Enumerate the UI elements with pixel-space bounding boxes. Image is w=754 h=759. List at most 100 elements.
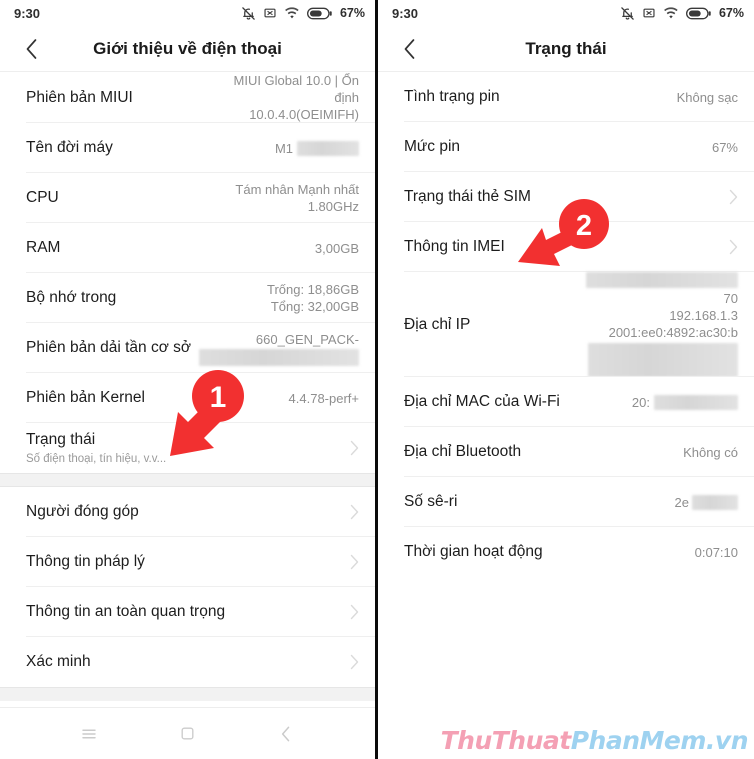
row-title: Trạng thái: [26, 430, 96, 448]
redacted-value: [692, 494, 738, 510]
row-title: Địa chỉ Bluetooth: [404, 443, 522, 460]
status-time: 9:30: [14, 5, 41, 21]
settings-row-dia-chi-ip: Địa chỉ IP 70 192.168.1.3 2001:ee0:4892:a…: [378, 272, 754, 377]
row-title: Phiên bản MIUI: [26, 88, 133, 106]
settings-row-cpu: CPU Tám nhân Mạnh nhất 1.80GHz: [0, 173, 375, 223]
row-value: 660_GEN_PACK-: [255, 331, 359, 347]
row-value: 0:07:10: [694, 544, 738, 560]
settings-row-thong-tin-an-toan-quan-trong[interactable]: Thông tin an toàn quan trọng: [0, 587, 375, 637]
row-title: Phiên bản Kernel: [26, 389, 145, 406]
left-phone-screen: 9:30 67% Giới thiệu về điện thoại Phiên …: [0, 0, 377, 759]
settings-row-phien-ban-kernel: Phiên bản Kernel 4.4.78-perf+: [0, 373, 375, 423]
no-sim-icon: [642, 6, 656, 20]
home-icon[interactable]: [164, 717, 210, 751]
row-value: 4.4.78-perf+: [288, 390, 359, 406]
redacted-value: [654, 394, 738, 410]
right-phone-screen: 9:30 67% Trạng thái Tình trạng pin Không…: [377, 0, 754, 759]
settings-row-so-se-ri: Số sê-ri 2e: [378, 477, 754, 527]
settings-row-trang-thai-the-sim[interactable]: Trạng thái thẻ SIM: [378, 172, 754, 222]
page-title-left: Giới thiệu về điện thoại: [93, 38, 282, 58]
row-title: Thông tin pháp lý: [26, 553, 145, 570]
settings-row-nguoi-dong-gop[interactable]: Người đóng góp: [0, 487, 375, 537]
settings-row-phien-ban-dai-tan-co-so: Phiên bản dải tần cơ sở 660_GEN_PACK-: [0, 323, 375, 373]
row-value: M1: [274, 140, 293, 156]
battery-percent-right: 67%: [718, 6, 744, 20]
group-separator-left: [0, 473, 375, 487]
row-title: Bộ nhớ trong: [26, 289, 117, 306]
row-value: 20:: [631, 394, 650, 410]
settings-row-xac-minh[interactable]: Xác minh: [0, 637, 375, 687]
settings-group-status: Tình trạng pin Không sạc Mức pin 67% Trạng t…: [378, 72, 754, 577]
settings-group-legal: Người đóng góp Thông tin pháp lý Thông tin…: [0, 487, 375, 687]
row-title: Thông tin IMEI: [404, 238, 505, 255]
settings-row-tinh-trang-pin: Tình trạng pin Không sạc: [378, 72, 754, 122]
row-title: Thời gian hoạt động: [404, 543, 543, 560]
row-value: 70 192.168.1.3 2001:ee0:4892:ac30:b: [608, 291, 738, 340]
row-value: Không có: [683, 444, 738, 460]
settings-row-trang-thai[interactable]: Trạng thái Số điện thoại, tín hiệu, v.v..…: [0, 423, 375, 473]
row-title: Người đóng góp: [26, 503, 139, 520]
settings-row-dia-chi-mac-cua-wi-fi: Địa chỉ MAC của Wi-Fi 20:: [378, 377, 754, 427]
row-value: Tám nhân Mạnh nhất 1.80GHz: [235, 182, 359, 214]
status-icon-group: 67%: [241, 6, 365, 21]
row-title: Xác minh: [26, 653, 91, 670]
redacted-value: [586, 272, 738, 288]
redacted-value: [588, 343, 738, 377]
row-title: Tình trạng pin: [404, 88, 500, 105]
settings-row-dia-chi-bluetooth: Địa chỉ Bluetooth Không có: [378, 427, 754, 477]
battery-percent: 67%: [339, 6, 365, 20]
settings-row-muc-pin: Mức pin 67%: [378, 122, 754, 172]
settings-group-about: Phiên bản MIUI MIUI Global 10.0 | Ổn định…: [0, 72, 375, 473]
redacted-value: [297, 140, 359, 156]
settings-row-thong-tin-phap-ly[interactable]: Thông tin pháp lý: [0, 537, 375, 587]
page-title-right: Trạng thái: [525, 38, 607, 58]
row-title: Phiên bản dải tần cơ sở: [26, 339, 192, 356]
back-icon[interactable]: [263, 717, 309, 751]
chevron-right-icon: [350, 604, 359, 620]
chevron-left-icon: [404, 38, 414, 59]
row-title: CPU: [26, 189, 59, 206]
row-value: 67%: [711, 139, 738, 155]
site-watermark: ThuThuatPhanMem.vn: [440, 726, 749, 755]
settings-row-bo-nho-trong: Bộ nhớ trong Trống: 18,86GB Tổng: 32,00GB: [0, 273, 375, 323]
screenshot-root: 9:30 67% Giới thiệu về điện thoại Phiên …: [0, 0, 754, 759]
row-title: Trạng thái thẻ SIM: [404, 188, 531, 205]
chevron-right-icon: [350, 504, 359, 520]
chevron-right-icon: [729, 239, 738, 255]
row-title: Thông tin an toàn quan trọng: [26, 603, 226, 620]
wifi-icon: [663, 6, 679, 20]
bell-muted-icon: [620, 6, 635, 21]
wifi-icon: [284, 6, 300, 20]
row-value: MIUI Global 10.0 | Ổn định 10.0.4.0(OEIM…: [233, 73, 360, 122]
row-subtitle: Số điện thoại, tín hiệu, v.v...: [26, 452, 167, 465]
battery-icon: [685, 7, 711, 20]
bell-muted-icon: [241, 6, 256, 21]
watermark-part-1: ThuThuat: [440, 726, 572, 755]
chevron-right-icon: [350, 440, 359, 456]
watermark-part-2: PhanMem.vn: [570, 726, 749, 755]
settings-row-ten-doi-may: Tên đời máy M1: [0, 123, 375, 173]
battery-icon: [306, 7, 332, 20]
row-title: Số sê-ri: [404, 493, 458, 510]
status-bar-left: 9:30 67%: [0, 0, 375, 26]
back-button-left[interactable]: [8, 26, 54, 72]
chevron-left-icon: [26, 38, 36, 59]
app-bar-left: Giới thiệu về điện thoại: [0, 26, 375, 72]
no-sim-icon: [263, 6, 277, 20]
chevron-right-icon: [729, 189, 738, 205]
status-bar-right: 9:30 67%: [378, 0, 754, 26]
row-value: Không sạc: [676, 89, 738, 105]
app-bar-right: Trạng thái: [378, 26, 754, 72]
settings-row-thoi-gian-hoat-dong: Thời gian hoạt động 0:07:10: [378, 527, 754, 577]
row-title: Mức pin: [404, 138, 461, 155]
row-value: 3,00GB: [314, 240, 359, 256]
chevron-right-icon: [350, 654, 359, 670]
back-button-right[interactable]: [386, 26, 432, 72]
row-value: Trống: 18,86GB Tổng: 32,00GB: [266, 282, 359, 314]
settings-row-thong-tin-imei[interactable]: Thông tin IMEI: [378, 222, 754, 272]
list-bottom-separator-left: [0, 687, 375, 701]
row-title: Địa chỉ IP: [404, 315, 471, 333]
row-title: RAM: [26, 239, 61, 256]
settings-list-right: Tình trạng pin Không sạc Mức pin 67% Trạng t…: [378, 72, 754, 759]
menu-icon[interactable]: [66, 717, 112, 751]
